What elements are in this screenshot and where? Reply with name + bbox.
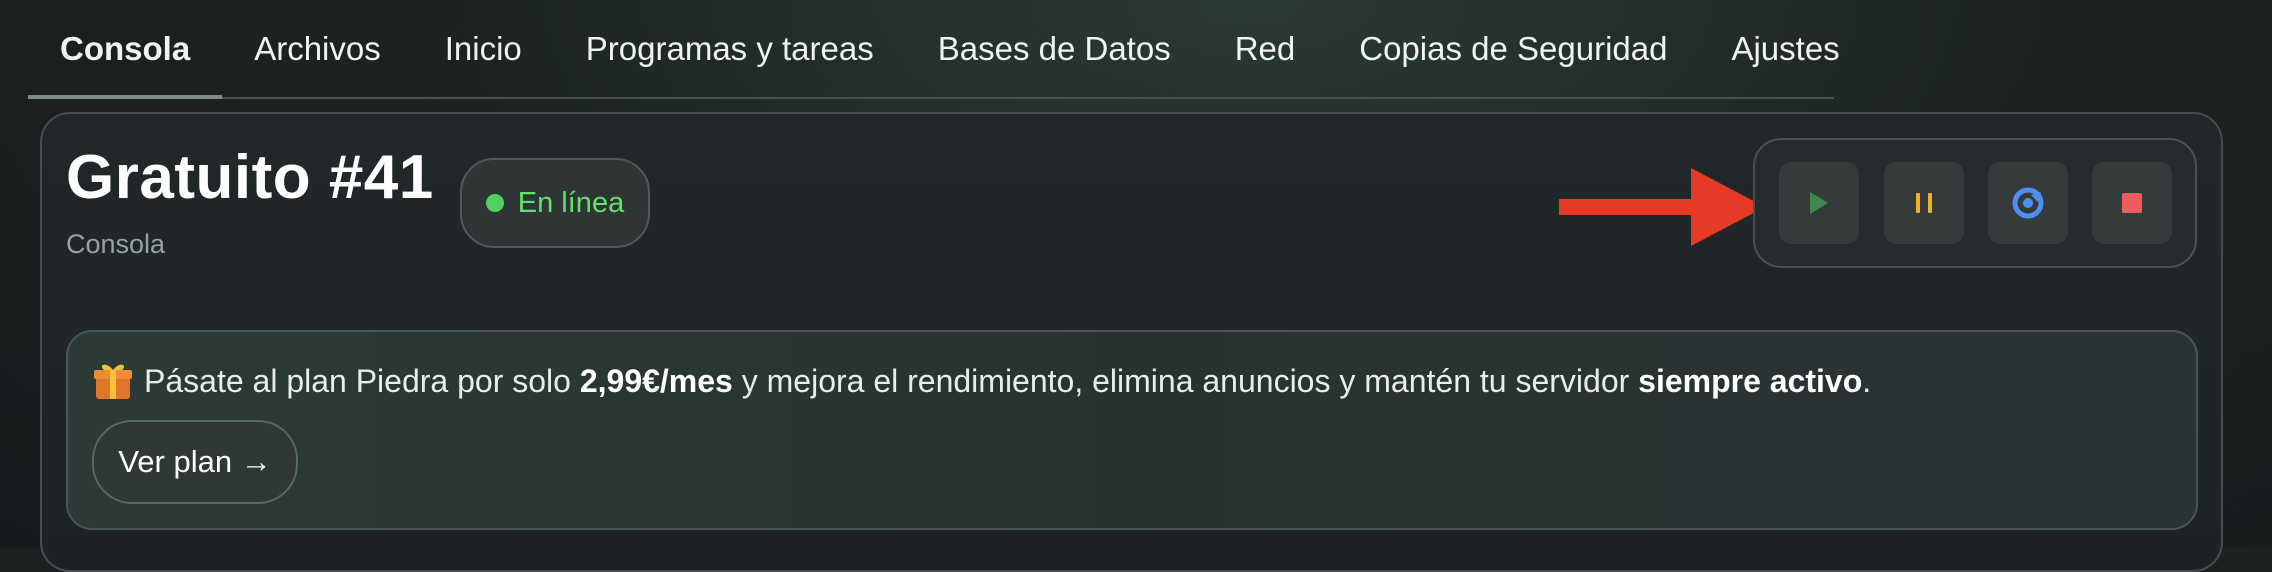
play-icon	[1810, 192, 1828, 214]
server-title: Gratuito #41	[66, 143, 434, 212]
tab-red[interactable]: Red	[1203, 0, 1328, 97]
promo-text: Pásate al plan Piedra por solo 2,99€/mes…	[92, 361, 1871, 401]
tab-copias-de-seguridad[interactable]: Copias de Seguridad	[1327, 0, 1699, 97]
start-button[interactable]	[1779, 162, 1859, 244]
promo-text-middle: y mejora el rendimiento, elimina anuncio…	[732, 362, 1639, 399]
promo-text-after: .	[1862, 362, 1872, 399]
gift-icon	[94, 364, 132, 399]
promo-price: 2,99€/mes	[579, 362, 733, 399]
pause-icon	[1916, 193, 1932, 213]
status-badge: En línea	[460, 158, 650, 248]
red-arrow-icon	[1559, 168, 1765, 246]
promo-highlight: siempre activo	[1638, 362, 1863, 399]
tab-archivos[interactable]: Archivos	[222, 0, 413, 97]
promo-banner	[66, 330, 2198, 530]
restart-button[interactable]	[1988, 162, 2068, 244]
status-text: En línea	[517, 186, 625, 219]
pause-button[interactable]	[1884, 162, 1964, 244]
restart-icon	[2012, 187, 2044, 219]
tab-bases-de-datos[interactable]: Bases de Datos	[906, 0, 1203, 97]
tab-consola[interactable]: Consola	[28, 2, 223, 99]
stop-icon	[2122, 193, 2142, 213]
tab-inicio[interactable]: Inicio	[413, 0, 554, 97]
tab-programas-y-tareas[interactable]: Programas y tareas	[554, 0, 906, 97]
server-subtitle: Consola	[66, 229, 166, 259]
tab-bar: Consola Archivos Inicio Programas y tare…	[28, 0, 1840, 99]
ver-plan-button[interactable]: Ver plan →	[92, 420, 298, 504]
tab-ajustes[interactable]: Ajustes	[1699, 0, 1871, 97]
stop-button[interactable]	[2092, 162, 2172, 244]
status-dot-icon	[485, 194, 504, 212]
promo-text-before: Pásate al plan Piedra por solo	[144, 362, 580, 399]
